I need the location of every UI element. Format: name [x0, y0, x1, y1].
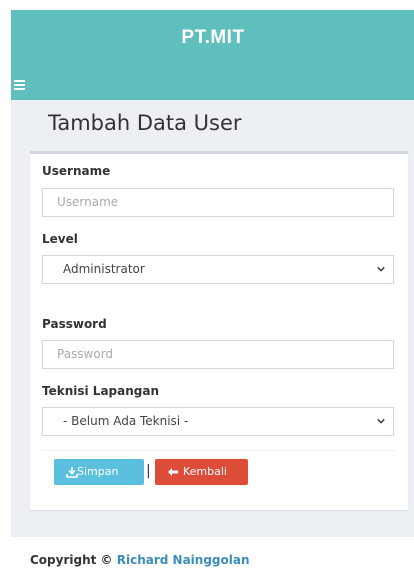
footer: Copyright © Richard Nainggolan: [30, 553, 250, 567]
hamburger-menu-icon[interactable]: [14, 80, 25, 90]
form-card: Username Username Level Administrator Pa…: [30, 151, 408, 510]
form-footer-divider: [42, 450, 396, 451]
username-label: Username: [42, 164, 111, 178]
teknisi-select[interactable]: - Belum Ada Teknisi -: [42, 407, 394, 436]
save-button-label: Simpan: [77, 465, 119, 478]
back-button[interactable]: Kembali: [155, 459, 248, 485]
copyright-text: Copyright ©: [30, 553, 113, 567]
download-icon: [66, 467, 78, 478]
password-input[interactable]: Password: [42, 340, 394, 369]
password-placeholder: Password: [57, 347, 114, 361]
author-link[interactable]: Richard Nainggolan: [117, 553, 250, 567]
teknisi-label: Teknisi Lapangan: [42, 384, 160, 398]
top-header: PT.MIT: [11, 10, 414, 100]
button-separator: |: [146, 463, 151, 479]
content-area: Tambah Data User Username Username Level…: [11, 100, 414, 537]
username-placeholder: Username: [57, 195, 119, 209]
teknisi-selected-value: - Belum Ada Teknisi -: [63, 414, 189, 428]
level-select[interactable]: Administrator: [42, 255, 394, 284]
page-title: Tambah Data User: [48, 111, 242, 135]
username-input[interactable]: Username: [42, 188, 394, 217]
level-label: Level: [42, 232, 78, 246]
save-button[interactable]: Simpan: [54, 459, 144, 485]
arrow-left-icon: [168, 468, 178, 476]
chevron-down-icon: [377, 266, 385, 272]
level-selected-value: Administrator: [63, 262, 145, 276]
password-label: Password: [42, 317, 107, 331]
brand-title: PT.MIT: [181, 27, 245, 48]
chevron-down-icon: [377, 418, 385, 424]
back-button-label: Kembali: [183, 465, 227, 478]
